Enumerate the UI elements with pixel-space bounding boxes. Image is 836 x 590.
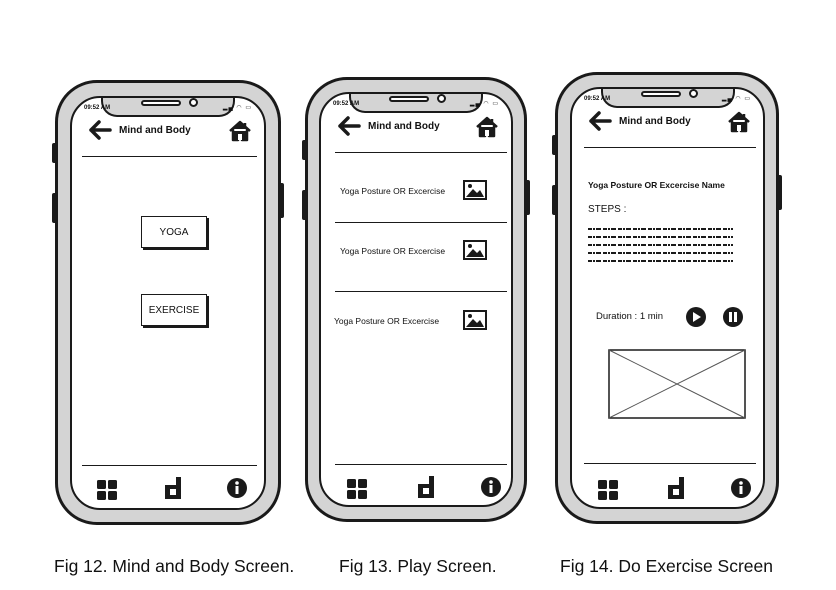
- notch: [101, 98, 235, 117]
- side-button: [525, 180, 530, 215]
- screen: 09:52 AM ▂▄ ◠ ▭ Mind and Body Yoga Postu…: [319, 92, 513, 507]
- steps-label: STEPS :: [588, 204, 627, 215]
- side-button: [52, 143, 57, 163]
- bottom-nav: [72, 474, 264, 508]
- phone-mind-and-body: 09:52 AM ▂▄ ◠ ▭ Mind and Body YOGA EXERC…: [52, 80, 284, 525]
- side-button: [52, 193, 57, 223]
- duration-label: Duration : 1 min: [596, 311, 664, 322]
- side-button: [552, 135, 557, 155]
- status-time: 09:52 AM: [333, 101, 360, 107]
- divider: [584, 147, 756, 148]
- play-icon[interactable]: [685, 306, 707, 328]
- screen: 09:52 AM ▂▄ ◠ ▭ Mind and Body YOGA EXERC…: [70, 96, 266, 510]
- image-icon[interactable]: [463, 310, 487, 330]
- back-arrow-icon[interactable]: [588, 111, 612, 131]
- yoga-button[interactable]: YOGA: [141, 216, 207, 248]
- side-button: [552, 185, 557, 215]
- phone-do-exercise: 09:52 AM ▂▄ ◠ ▭ Mind and Body Yoga Postu…: [552, 72, 782, 524]
- header-title: Mind and Body: [119, 125, 191, 136]
- info-icon[interactable]: [226, 477, 248, 499]
- home-icon[interactable]: [727, 111, 751, 133]
- notch: [349, 94, 483, 113]
- figure-caption: Fig 14. Do Exercise Screen: [560, 556, 774, 576]
- back-arrow-icon[interactable]: [88, 120, 112, 140]
- side-button: [302, 190, 307, 220]
- home-icon[interactable]: [228, 120, 252, 142]
- home-icon[interactable]: [475, 116, 499, 138]
- back-arrow-icon[interactable]: [337, 116, 361, 136]
- divider: [82, 156, 257, 157]
- divider: [584, 463, 756, 464]
- header-title: Mind and Body: [368, 121, 440, 132]
- d-logo-icon[interactable]: [665, 476, 687, 500]
- side-button: [279, 183, 284, 218]
- grid-icon[interactable]: [96, 479, 118, 501]
- exercise-name: Yoga Posture OR Excercise Name: [588, 180, 725, 190]
- bottom-nav: [321, 473, 511, 505]
- divider: [335, 464, 507, 465]
- info-icon[interactable]: [480, 476, 502, 498]
- screen: 09:52 AM ▂▄ ◠ ▭ Mind and Body Yoga Postu…: [570, 87, 765, 509]
- status-icons: ▂▄ ◠ ▭: [469, 101, 499, 107]
- pause-icon[interactable]: [722, 306, 744, 328]
- figure-caption: Fig 12. Mind and Body Screen.: [54, 556, 295, 576]
- divider: [335, 291, 507, 292]
- bottom-nav: [572, 474, 763, 507]
- status-icons: ▂▄ ◠ ▭: [222, 105, 252, 111]
- video-placeholder[interactable]: [608, 349, 746, 419]
- list-item-label[interactable]: Yoga Posture OR Excercise: [340, 246, 445, 256]
- info-icon[interactable]: [730, 477, 752, 499]
- side-button: [302, 140, 307, 160]
- image-icon[interactable]: [463, 180, 487, 200]
- notch: [600, 89, 735, 108]
- divider: [335, 152, 507, 153]
- header-title: Mind and Body: [619, 116, 691, 127]
- steps-scribble: [588, 228, 733, 262]
- grid-icon[interactable]: [597, 479, 619, 501]
- side-button: [777, 175, 782, 210]
- image-icon[interactable]: [463, 240, 487, 260]
- list-item-label[interactable]: Yoga Posture OR Excercise: [340, 186, 445, 196]
- divider: [335, 222, 507, 223]
- status-icons: ▂▄ ◠ ▭: [721, 96, 751, 102]
- phone-play: 09:52 AM ▂▄ ◠ ▭ Mind and Body Yoga Postu…: [302, 77, 530, 522]
- exercise-button[interactable]: EXERCISE: [141, 294, 207, 326]
- d-logo-icon[interactable]: [415, 475, 437, 499]
- status-time: 09:52 AM: [584, 96, 611, 102]
- status-time: 09:52 AM: [84, 105, 111, 111]
- d-logo-icon[interactable]: [162, 476, 184, 500]
- grid-icon[interactable]: [346, 478, 368, 500]
- divider: [82, 465, 257, 466]
- figure-caption: Fig 13. Play Screen.: [339, 556, 497, 576]
- list-item-label[interactable]: Yoga Posture OR Excercise: [334, 316, 439, 326]
